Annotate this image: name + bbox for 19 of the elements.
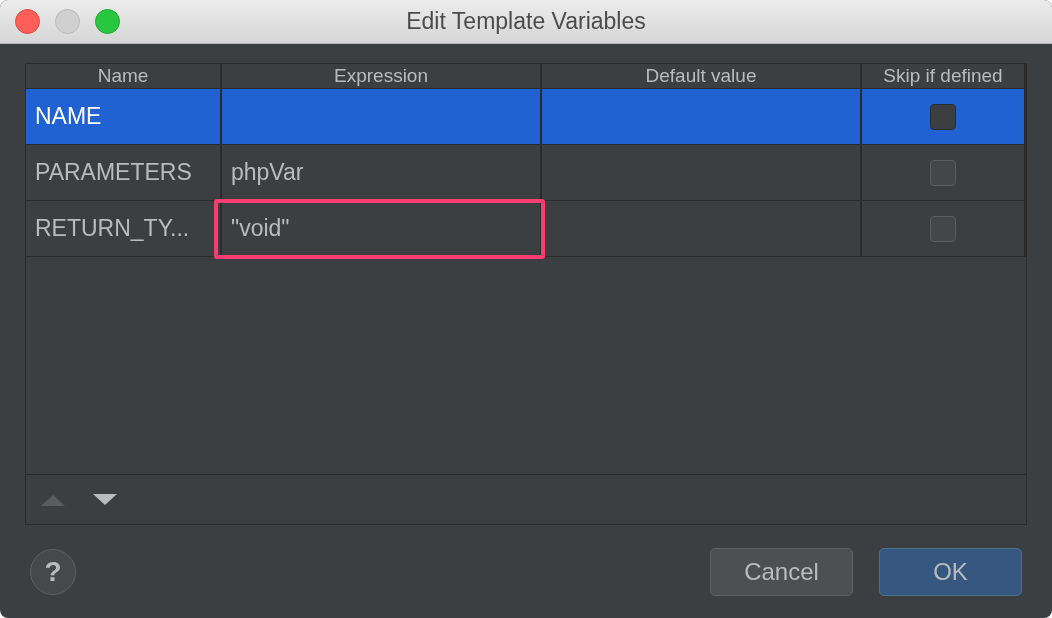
table-cell: "void" [231, 215, 290, 242]
table-row[interactable]: NAME [26, 89, 1026, 145]
close-button[interactable] [15, 9, 40, 34]
minimize-button[interactable] [55, 9, 80, 34]
window-title: Edit Template Variables [406, 8, 646, 35]
help-button[interactable]: ? [30, 549, 76, 595]
table-cell: phpVar [231, 159, 304, 186]
cancel-button[interactable]: Cancel [710, 548, 853, 596]
table-row[interactable]: PARAMETERS phpVar [26, 145, 1026, 201]
ok-button[interactable]: OK [879, 548, 1022, 596]
table-cell: PARAMETERS [35, 159, 192, 186]
zoom-button[interactable] [95, 9, 120, 34]
table-row[interactable]: RETURN_TY... "void" [26, 201, 1026, 257]
table-cell: RETURN_TY... [35, 215, 190, 242]
checkbox[interactable] [930, 103, 956, 130]
checkbox[interactable] [930, 159, 956, 186]
table-cell: NAME [35, 103, 102, 130]
move-down-icon[interactable] [92, 492, 118, 507]
checkbox[interactable] [930, 215, 956, 242]
